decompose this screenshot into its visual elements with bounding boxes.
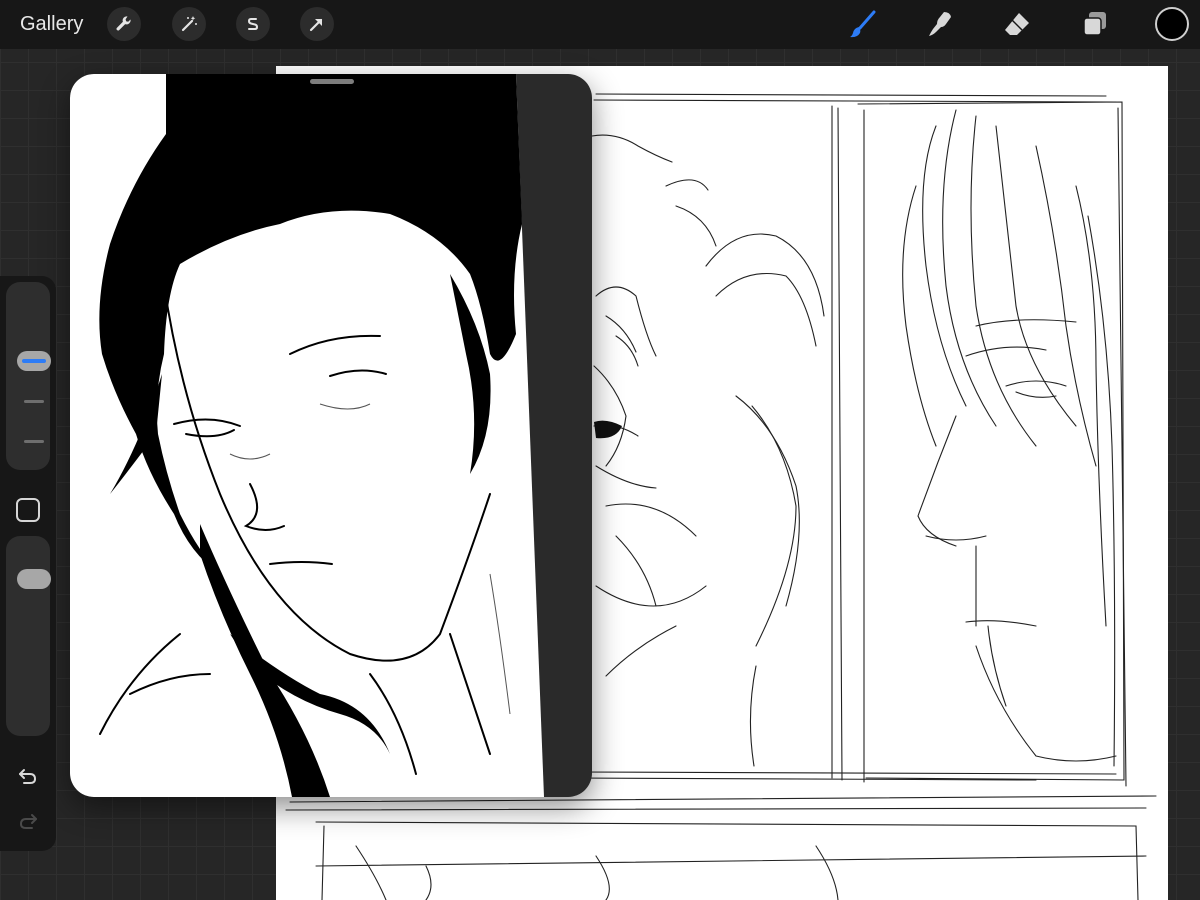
- smudge-tool-button[interactable]: [922, 6, 958, 42]
- undo-arrow-icon: [19, 769, 37, 784]
- brush-icon: [850, 10, 876, 38]
- left-sidebar: [0, 276, 56, 851]
- modify-button[interactable]: [16, 498, 40, 522]
- slider-tick: [24, 440, 44, 443]
- slider-tick: [24, 400, 44, 403]
- top-toolbar: Gallery: [0, 0, 1200, 49]
- brush-size-slider[interactable]: [6, 282, 51, 470]
- eraser-icon: [1005, 13, 1029, 35]
- eraser-tool-button[interactable]: [999, 6, 1035, 42]
- selection-s-icon: [247, 18, 259, 30]
- selection-button[interactable]: [236, 7, 270, 41]
- redo-arrow-icon: [19, 814, 37, 829]
- color-picker-button[interactable]: [1155, 7, 1189, 41]
- arrow-cursor-icon: [309, 18, 323, 32]
- adjustments-button[interactable]: [172, 7, 206, 41]
- brush-size-thumb[interactable]: [17, 350, 51, 371]
- layers-button[interactable]: [1077, 6, 1113, 42]
- brush-opacity-slider[interactable]: [6, 536, 51, 736]
- magic-wand-icon: [181, 16, 197, 32]
- gallery-button[interactable]: Gallery: [20, 12, 83, 36]
- redo-button[interactable]: [15, 808, 41, 834]
- layers-icon: [1083, 12, 1106, 36]
- brush-size-indicator: [22, 358, 46, 363]
- reference-drag-handle[interactable]: [310, 79, 354, 84]
- reference-window[interactable]: [70, 74, 592, 797]
- transform-button[interactable]: [300, 7, 334, 41]
- brush-opacity-thumb[interactable]: [17, 568, 51, 589]
- undo-button[interactable]: [15, 763, 41, 789]
- reference-image: [70, 74, 544, 797]
- wrench-icon: [116, 16, 131, 31]
- brush-tool-button[interactable]: [845, 6, 881, 42]
- smudge-icon: [929, 12, 951, 36]
- actions-button[interactable]: [107, 7, 141, 41]
